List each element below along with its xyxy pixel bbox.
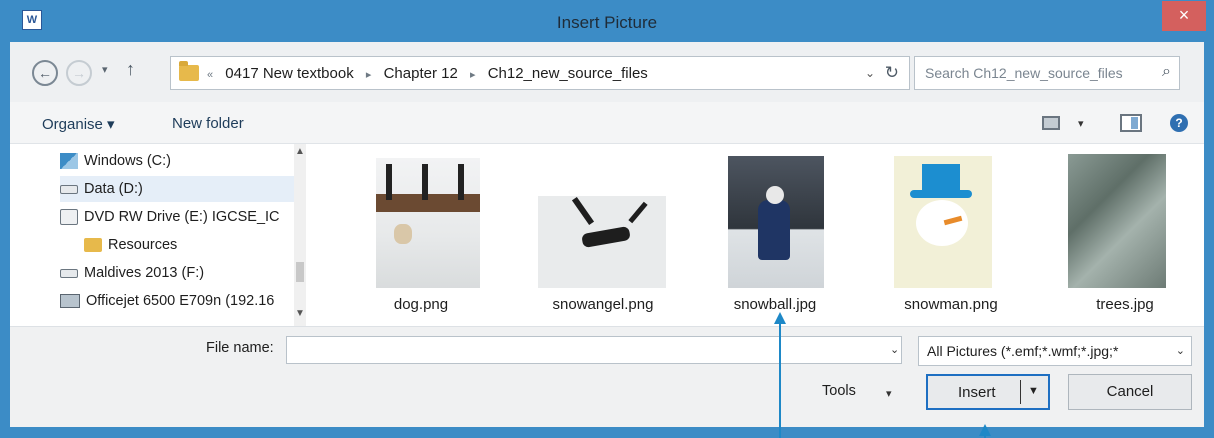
address-bar[interactable]: « 0417 New textbook ▸ Chapter 12 ▸ Ch12_… — [170, 56, 910, 90]
split-divider — [1020, 380, 1021, 404]
nav-item-label: Resources — [108, 237, 178, 253]
drive-icon — [60, 268, 78, 278]
nav-item-maldives-f[interactable]: Maldives 2013 (F:) — [60, 260, 294, 286]
search-input[interactable] — [925, 65, 1145, 81]
file-name-label: File name: — [206, 340, 274, 356]
organise-menu-button[interactable]: Organise ▾ — [42, 115, 115, 133]
recent-locations-chevron-icon[interactable]: ▾ — [102, 63, 108, 76]
dialog-content: ← → ▾ ↑ « 0417 New textbook ▸ Chapter 12… — [10, 42, 1204, 427]
thumbnail-detail — [571, 196, 595, 226]
file-item-snowman[interactable]: snowman.png — [866, 144, 1036, 326]
file-name: snowangel.png — [552, 296, 654, 313]
thumbnail-detail — [628, 201, 648, 224]
file-thumbnail — [1068, 154, 1166, 288]
search-icon[interactable]: ⌕ — [1162, 63, 1171, 81]
help-icon[interactable]: ? — [1170, 114, 1188, 132]
nav-item-label: Windows (C:) — [84, 153, 172, 169]
nav-item-officejet[interactable]: Officejet 6500 E709n (192.16 — [60, 288, 294, 314]
file-type-value: All Pictures (*.emf;*.wmf;*.jpg;* — [927, 343, 1119, 359]
insert-picture-dialog: W Insert Picture × ← → ▾ ↑ « 0417 New te… — [0, 0, 1214, 438]
file-name-history-chevron-icon[interactable]: ⌄ — [890, 343, 899, 356]
dialog-footer: File name: ⌄ All Pictures (*.emf;*.wmf;*… — [10, 326, 1204, 427]
insert-button-label: Insert — [958, 384, 996, 401]
folder-icon — [84, 238, 102, 253]
address-history-chevron-icon[interactable]: ⌄ — [865, 66, 875, 80]
title-bar[interactable]: W Insert Picture × — [0, 0, 1214, 42]
thumbnail-detail — [458, 164, 464, 200]
file-item-snowball[interactable]: snowball.jpg — [690, 144, 860, 326]
breadcrumb: « 0417 New textbook ▸ Chapter 12 ▸ Ch12_… — [207, 65, 648, 82]
nav-item-resources[interactable]: Resources — [84, 232, 294, 258]
file-item-dog[interactable]: dog.png — [336, 144, 506, 326]
new-folder-button[interactable]: New folder — [172, 115, 244, 132]
scroll-up-icon[interactable]: ▲ — [295, 146, 305, 157]
drive-icon — [60, 184, 78, 194]
thumbnail-detail — [910, 190, 972, 198]
file-name: snowman.png — [904, 296, 998, 313]
nav-item-label: Data (D:) — [84, 181, 143, 197]
thumbnail-detail — [386, 164, 392, 200]
cancel-button[interactable]: Cancel — [1068, 374, 1192, 410]
file-name: trees.jpg — [1096, 296, 1154, 313]
navigation-pane: Windows (C:) Data (D:) DVD RW Drive (E:)… — [10, 144, 306, 326]
view-options-chevron-icon[interactable]: ▾ — [1078, 117, 1084, 130]
breadcrumb-separator-icon[interactable]: ▸ — [470, 69, 476, 81]
scroll-down-icon[interactable]: ▼ — [295, 308, 305, 319]
nav-pane-scrollbar[interactable]: ▲ ▼ — [294, 144, 306, 326]
thumbnail-detail — [581, 225, 631, 249]
change-view-icon[interactable] — [1042, 116, 1060, 130]
dialog-title: Insert Picture — [556, 13, 658, 32]
file-name-input[interactable] — [286, 336, 902, 364]
thumbnail-detail — [394, 224, 412, 244]
callout-arrow-line — [779, 322, 781, 438]
file-item-trees[interactable]: trees.jpg — [1024, 144, 1194, 326]
back-button[interactable]: ← — [32, 60, 58, 86]
command-toolbar: Organise ▾ New folder ▾ ? — [10, 102, 1204, 144]
file-list: dog.png snowangel.png snowball.jpg snowm… — [306, 144, 1204, 326]
refresh-button[interactable]: ↻ — [885, 63, 899, 83]
file-name: snowball.jpg — [733, 296, 817, 313]
tools-menu-button[interactable]: Tools — [822, 383, 856, 399]
printer-icon — [60, 294, 80, 309]
insert-options-chevron-icon[interactable]: ▼ — [1028, 385, 1039, 397]
nav-item-dvd-e[interactable]: DVD RW Drive (E:) IGCSE_IC — [60, 204, 294, 230]
nav-item-label: Maldives 2013 (F:) — [84, 265, 205, 281]
breadcrumb-item[interactable]: 0417 New textbook — [225, 65, 353, 82]
file-thumbnail — [728, 156, 824, 288]
file-type-select[interactable]: All Pictures (*.emf;*.wmf;*.jpg;* ⌄ — [918, 336, 1192, 366]
folder-icon — [179, 61, 199, 81]
forward-button[interactable]: → — [66, 60, 92, 86]
up-folder-button[interactable]: ↑ — [126, 59, 135, 80]
breadcrumb-separator-icon[interactable]: ▸ — [366, 69, 372, 81]
tools-chevron-down-icon[interactable]: ▾ — [886, 387, 892, 400]
nav-item-data-d[interactable]: Data (D:) — [60, 176, 294, 202]
windows-drive-icon — [60, 153, 78, 170]
preview-pane-icon[interactable] — [1120, 114, 1142, 132]
dvd-drive-icon — [60, 209, 78, 226]
insert-button[interactable]: Insert ▼ — [926, 374, 1050, 410]
nav-item-label: DVD RW Drive (E:) IGCSE_IC — [84, 209, 280, 225]
breadcrumb-item[interactable]: Ch12_new_source_files — [488, 65, 648, 82]
file-thumbnail — [894, 156, 992, 288]
file-thumbnail — [538, 196, 666, 288]
thumbnail-detail — [758, 200, 790, 260]
address-row: ← → ▾ ↑ « 0417 New textbook ▸ Chapter 12… — [10, 42, 1204, 102]
callout-arrow-line — [984, 432, 986, 438]
chevron-down-icon: ⌄ — [1175, 345, 1185, 357]
file-item-snowangel[interactable]: snowangel.png — [518, 144, 688, 326]
nav-item-windows-c[interactable]: Windows (C:) — [60, 148, 294, 174]
file-thumbnail — [376, 158, 480, 288]
close-button[interactable]: × — [1162, 1, 1206, 31]
file-name: dog.png — [393, 296, 449, 313]
nav-item-label: Officejet 6500 E709n (192.16 — [86, 293, 275, 309]
thumbnail-detail — [422, 164, 428, 200]
breadcrumb-overflow-icon[interactable]: « — [207, 69, 213, 81]
scroll-thumb[interactable] — [296, 262, 304, 282]
search-box[interactable]: ⌕ — [914, 56, 1180, 90]
thumbnail-detail — [766, 186, 784, 204]
breadcrumb-item[interactable]: Chapter 12 — [384, 65, 458, 82]
thumbnail-detail — [916, 200, 968, 246]
